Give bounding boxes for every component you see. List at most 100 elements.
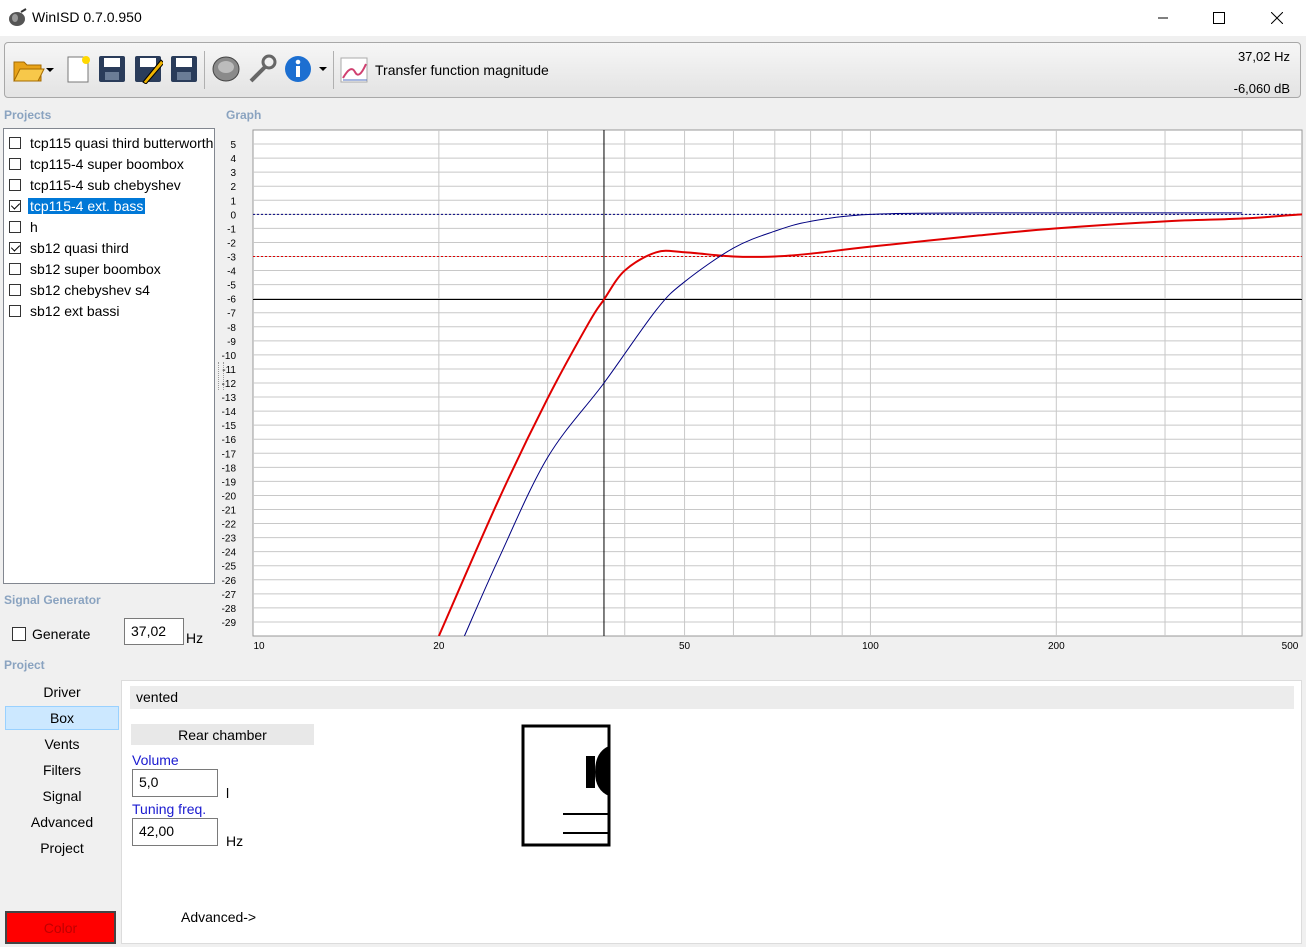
y-tick-label: -6 — [227, 295, 236, 306]
project-item[interactable]: h — [4, 216, 214, 237]
y-tick-label: -23 — [222, 534, 236, 545]
y-tick-label: 5 — [230, 140, 236, 151]
nav-item-filters[interactable]: Filters — [5, 758, 119, 782]
project-label: tcp115-4 sub chebyshev — [30, 176, 181, 193]
app-icon — [9, 8, 27, 26]
y-tick-label: 0 — [230, 210, 236, 221]
x-tick-label: 50 — [679, 641, 691, 652]
driver-editor-button[interactable] — [210, 49, 242, 89]
project-checkbox[interactable] — [9, 304, 21, 317]
nav-item-box[interactable]: Box — [5, 706, 119, 730]
nav-item-driver[interactable]: Driver — [5, 680, 119, 704]
signal-frequency-input[interactable]: 37,02 — [124, 618, 184, 645]
info-icon — [285, 56, 327, 82]
about-button[interactable] — [282, 49, 330, 89]
project-checkbox[interactable] — [9, 178, 21, 191]
projects-list[interactable]: tcp115 quasi third butterworth tcp115-4 s… — [3, 128, 215, 584]
y-tick-label: -13 — [222, 393, 236, 404]
box-panel: vented Rear chamber Volume 5,0 l Tuning … — [121, 680, 1302, 944]
y-tick-label: -19 — [222, 477, 236, 488]
generate-checkbox-box[interactable] — [12, 627, 26, 641]
y-tick-label: -14 — [222, 407, 236, 418]
y-tick-label: -10 — [222, 351, 236, 362]
save-as-icon — [135, 56, 163, 84]
volume-unit: l — [226, 785, 230, 801]
rear-chamber-tab[interactable]: Rear chamber — [131, 724, 314, 745]
tuning-freq-input[interactable]: 42,00 — [132, 818, 218, 846]
y-tick-label: 2 — [230, 182, 236, 193]
project-item[interactable]: tcp115 quasi third butterworth — [4, 132, 214, 153]
project-item[interactable]: sb12 ext bassi — [4, 300, 214, 321]
x-tick-label: 10 — [253, 641, 265, 652]
project-checkbox[interactable] — [9, 199, 21, 212]
project-label: tcp115 quasi third butterworth — [30, 134, 214, 151]
y-tick-label: -8 — [227, 323, 236, 334]
speaker-icon — [212, 56, 240, 82]
generate-checkbox[interactable]: Generate — [12, 626, 90, 642]
folder-open-icon — [13, 61, 54, 82]
y-tick-label: -3 — [227, 253, 236, 264]
y-tick-label: -25 — [222, 562, 236, 573]
graph-header: Graph — [226, 108, 262, 122]
y-tick-label: -18 — [222, 463, 236, 474]
project-label: h — [30, 218, 38, 235]
project-item[interactable]: tcp115-4 sub chebyshev — [4, 174, 214, 195]
project-checkbox[interactable] — [9, 157, 21, 170]
save-button[interactable] — [96, 49, 128, 89]
graph-icon — [340, 57, 368, 83]
new-document-icon — [67, 56, 90, 83]
transfer-function-graph[interactable]: 543210-1-2-3-4-5-6-7-8-9-10-11-12-13-14-… — [222, 128, 1304, 656]
cursor-level: -6,060 dB — [1233, 81, 1290, 96]
nav-item-vents[interactable]: Vents — [5, 732, 119, 756]
y-tick-label: -21 — [222, 506, 236, 517]
graph-type-label: Transfer function magnitude — [375, 62, 549, 78]
color-button[interactable]: Color — [5, 911, 116, 944]
nav-item-project[interactable]: Project — [5, 836, 119, 860]
tuning-freq-label: Tuning freq. — [132, 801, 207, 817]
window-title: WinISD 0.7.0.950 — [32, 9, 142, 25]
new-project-button[interactable] — [62, 49, 94, 89]
x-tick-label: 100 — [862, 641, 879, 652]
y-tick-label: -20 — [222, 491, 236, 502]
wrench-icon — [249, 54, 277, 83]
y-tick-label: -15 — [222, 421, 236, 432]
project-checkbox[interactable] — [9, 136, 21, 149]
project-checkbox[interactable] — [9, 241, 21, 254]
y-tick-label: 1 — [230, 196, 236, 207]
minimize-button[interactable] — [1140, 0, 1186, 36]
x-tick-label: 200 — [1048, 641, 1065, 652]
project-label: tcp115-4 ext. bass — [28, 197, 146, 214]
volume-label: Volume — [132, 752, 179, 768]
cursor-frequency: 37,02 Hz — [1237, 49, 1290, 64]
volume-input[interactable]: 5,0 — [132, 769, 218, 797]
project-checkbox[interactable] — [9, 262, 21, 275]
graph-type-selector[interactable]: Transfer function magnitude — [339, 53, 549, 87]
options-button[interactable] — [246, 49, 278, 89]
maximize-button[interactable] — [1196, 0, 1242, 36]
project-item[interactable]: sb12 quasi third — [4, 237, 214, 258]
toolbar-separator — [333, 51, 334, 89]
box-type-select[interactable]: vented — [130, 686, 1294, 709]
y-tick-label: -9 — [227, 337, 236, 348]
y-tick-label: -27 — [222, 590, 236, 601]
project-checkbox[interactable] — [9, 220, 21, 233]
save-all-button[interactable] — [168, 49, 200, 89]
project-checkbox[interactable] — [9, 283, 21, 296]
generate-label: Generate — [32, 626, 91, 642]
signal-generator-header: Signal Generator — [4, 593, 101, 607]
project-item[interactable]: sb12 chebyshev s4 — [4, 279, 214, 300]
box-diagram — [521, 724, 611, 847]
y-tick-label: -24 — [222, 548, 236, 559]
open-project-button[interactable] — [11, 49, 55, 89]
y-tick-label: -17 — [222, 449, 236, 460]
save-as-button[interactable] — [132, 49, 164, 89]
close-button[interactable] — [1254, 0, 1300, 36]
advanced-link[interactable]: Advanced-> — [181, 909, 256, 925]
project-item[interactable]: sb12 super boombox — [4, 258, 214, 279]
nav-item-signal[interactable]: Signal — [5, 784, 119, 808]
tuning-freq-unit: Hz — [226, 833, 244, 849]
project-item[interactable]: tcp115-4 super boombox — [4, 153, 214, 174]
project-header: Project — [4, 658, 45, 672]
nav-item-advanced[interactable]: Advanced — [5, 810, 119, 834]
project-item[interactable]: tcp115-4 ext. bass — [4, 195, 214, 216]
